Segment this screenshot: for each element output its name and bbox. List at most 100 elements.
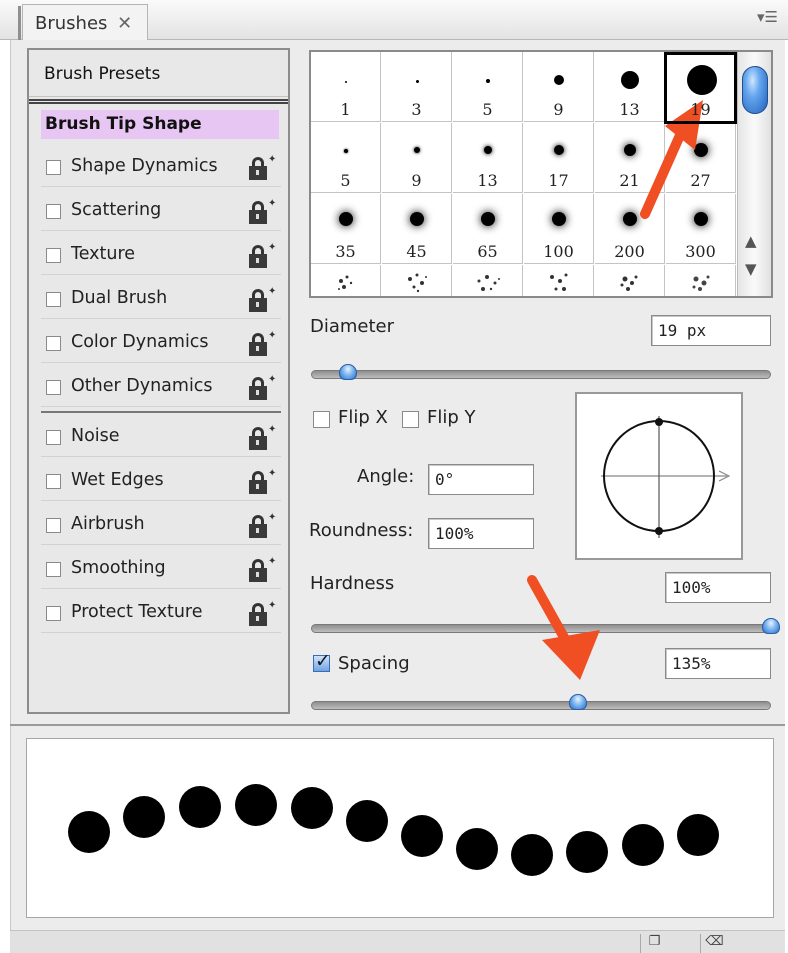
brush-tip-cell[interactable]: 3 bbox=[382, 52, 452, 122]
diameter-slider-knob[interactable] bbox=[338, 364, 357, 380]
option-dual-brush[interactable]: Dual Brush ✦ bbox=[41, 279, 281, 319]
diameter-field[interactable]: 19 px bbox=[651, 315, 771, 346]
checkbox[interactable] bbox=[46, 430, 61, 445]
panel-menu-icon[interactable]: ▾☰ bbox=[757, 8, 778, 26]
lock-icon[interactable]: ✦ bbox=[249, 154, 276, 181]
brush-size-label: 17 bbox=[548, 171, 569, 190]
spacing-field[interactable]: 135% bbox=[665, 648, 771, 679]
option-noise[interactable]: Noise ✦ bbox=[41, 417, 281, 457]
flip-y-checkbox[interactable] bbox=[402, 411, 419, 428]
option-texture[interactable]: Texture ✦ bbox=[41, 235, 281, 275]
brush-grid-scrollbar[interactable]: ▲ ▼ bbox=[737, 52, 771, 296]
spacing-slider[interactable] bbox=[311, 701, 771, 710]
lock-icon[interactable]: ✦ bbox=[249, 242, 276, 269]
scroll-down-arrow-icon[interactable]: ▼ bbox=[745, 260, 757, 278]
lock-icon[interactable]: ✦ bbox=[249, 556, 276, 583]
brush-size-label: 45 bbox=[406, 242, 427, 261]
brush-size-label: 13 bbox=[477, 171, 498, 190]
brush-stroke-preview bbox=[26, 738, 774, 918]
diameter-slider[interactable] bbox=[311, 370, 771, 379]
brush-tip-cell-scatter[interactable] bbox=[382, 265, 452, 296]
brush-tip-cell[interactable]: 9 bbox=[382, 123, 452, 193]
brush-tip-cell[interactable]: 1 bbox=[311, 52, 381, 122]
brush-dab bbox=[179, 786, 221, 828]
brush-tip-cell[interactable]: 45 bbox=[382, 194, 452, 264]
brush-tip-cell[interactable]: 9 bbox=[524, 52, 594, 122]
angle-field[interactable]: 0° bbox=[428, 464, 534, 495]
brush-tip-cell[interactable]: 17 bbox=[524, 123, 594, 193]
brush-tip-cell-scatter[interactable] bbox=[595, 265, 665, 296]
flip-x-checkbox[interactable] bbox=[313, 411, 330, 428]
brush-dab bbox=[622, 824, 664, 866]
brush-tip-cell-scatter[interactable] bbox=[666, 265, 736, 296]
checkbox[interactable] bbox=[46, 248, 61, 263]
checkbox[interactable] bbox=[46, 336, 61, 351]
brush-tip-cell-scatter[interactable] bbox=[453, 265, 523, 296]
brush-tip-cell-scatter[interactable] bbox=[311, 265, 381, 296]
new-preset-icon[interactable]: ❐ bbox=[640, 934, 668, 953]
lock-icon[interactable]: ✦ bbox=[249, 374, 276, 401]
preview-separator bbox=[10, 724, 785, 726]
brush-size-label: 5 bbox=[482, 100, 493, 119]
brush-presets-button[interactable]: Brush Presets bbox=[29, 50, 288, 97]
close-icon[interactable]: ✕ bbox=[117, 13, 132, 34]
checkbox[interactable] bbox=[46, 518, 61, 533]
hardness-field[interactable]: 100% bbox=[665, 572, 771, 603]
scrollbar-thumb[interactable] bbox=[742, 66, 768, 114]
brush-size-label: 9 bbox=[553, 100, 564, 119]
brush-tip-cell[interactable]: 5 bbox=[453, 52, 523, 122]
sidebar-divider bbox=[41, 411, 281, 413]
roundness-field[interactable]: 100% bbox=[428, 518, 534, 549]
checkbox[interactable] bbox=[46, 474, 61, 489]
brush-size-label: 1 bbox=[340, 100, 351, 119]
option-scattering[interactable]: Scattering ✦ bbox=[41, 191, 281, 231]
checkbox[interactable] bbox=[46, 380, 61, 395]
brush-dab bbox=[677, 814, 719, 856]
option-wet-edges[interactable]: Wet Edges ✦ bbox=[41, 461, 281, 501]
checkbox[interactable] bbox=[46, 292, 61, 307]
angle-circle-icon bbox=[601, 416, 731, 538]
option-smoothing[interactable]: Smoothing ✦ bbox=[41, 549, 281, 589]
option-protect-texture[interactable]: Protect Texture ✦ bbox=[41, 593, 281, 633]
brush-size-label: 9 bbox=[411, 171, 422, 190]
lock-icon[interactable]: ✦ bbox=[249, 198, 276, 225]
brush-tip-cell[interactable]: 13 bbox=[453, 123, 523, 193]
brush-tip-cell[interactable]: 100 bbox=[524, 194, 594, 264]
checkbox[interactable] bbox=[46, 562, 61, 577]
brush-tip-cell-selected[interactable]: 19 bbox=[664, 52, 737, 124]
trash-icon[interactable]: ⌫ bbox=[700, 934, 728, 953]
option-other-dynamics[interactable]: Other Dynamics ✦ bbox=[41, 367, 281, 407]
option-label: Smoothing bbox=[71, 558, 166, 578]
brush-tip-cell[interactable]: 65 bbox=[453, 194, 523, 264]
scroll-up-arrow-icon[interactable]: ▲ bbox=[745, 232, 757, 250]
spacing-checkbox[interactable]: ✓ bbox=[313, 650, 331, 672]
brush-tip-cell-scatter[interactable] bbox=[524, 265, 594, 296]
brush-tip-cell[interactable]: 35 bbox=[311, 194, 381, 264]
brush-tip-cell[interactable]: 5 bbox=[311, 123, 381, 193]
checkbox[interactable] bbox=[46, 160, 61, 175]
flip-y-label: Flip Y bbox=[427, 407, 476, 428]
option-color-dynamics[interactable]: Color Dynamics ✦ bbox=[41, 323, 281, 363]
lock-icon[interactable]: ✦ bbox=[249, 512, 276, 539]
brush-dab bbox=[346, 800, 388, 842]
lock-icon[interactable]: ✦ bbox=[249, 286, 276, 313]
lock-icon[interactable]: ✦ bbox=[249, 600, 276, 627]
tab-brushes[interactable]: Brushes ✕ bbox=[22, 4, 148, 41]
hardness-slider-knob[interactable] bbox=[762, 618, 780, 634]
lock-icon[interactable]: ✦ bbox=[249, 468, 276, 495]
brush-size-label: 35 bbox=[335, 242, 356, 261]
checkbox[interactable] bbox=[46, 606, 61, 621]
brush-dab bbox=[566, 831, 608, 873]
scatter-brush-icon bbox=[477, 275, 500, 291]
option-airbrush[interactable]: Airbrush ✦ bbox=[41, 505, 281, 545]
spacing-label: Spacing bbox=[338, 653, 410, 674]
brush-tip-shape-item[interactable]: Brush Tip Shape bbox=[41, 110, 279, 139]
hardness-label: Hardness bbox=[310, 573, 395, 594]
option-shape-dynamics[interactable]: Shape Dynamics ✦ bbox=[41, 147, 281, 187]
checkbox[interactable] bbox=[46, 204, 61, 219]
lock-icon[interactable]: ✦ bbox=[249, 330, 276, 357]
brush-size-label: 3 bbox=[411, 100, 422, 119]
angle-roundness-widget[interactable] bbox=[575, 392, 743, 560]
lock-icon[interactable]: ✦ bbox=[249, 424, 276, 451]
roundness-label: Roundness: bbox=[309, 520, 414, 541]
